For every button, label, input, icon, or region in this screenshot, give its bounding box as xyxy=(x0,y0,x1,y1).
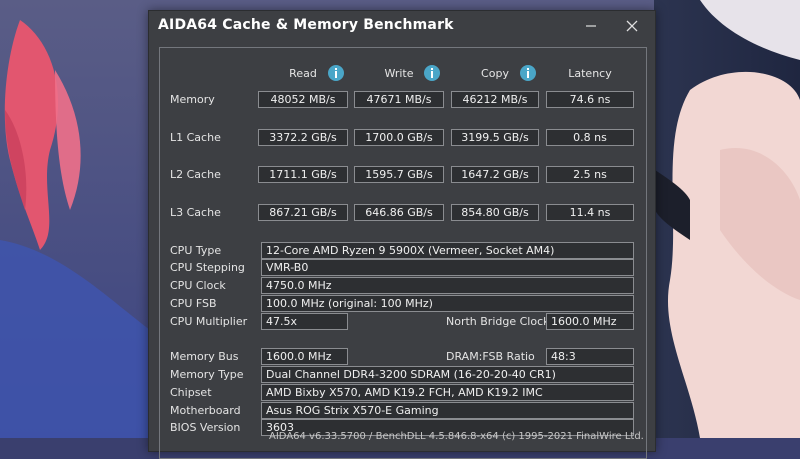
row-label: L1 Cache xyxy=(170,131,221,144)
l1-latency-value: 0.8 ns xyxy=(546,129,634,146)
nb-clock-label: North Bridge Clock xyxy=(446,315,550,328)
row-label: Memory xyxy=(170,93,215,106)
l1-write-value: 1700.0 GB/s xyxy=(354,129,444,146)
cpu-stepping-label: CPU Stepping xyxy=(170,261,245,274)
cpu-stepping-value: VMR-B0 xyxy=(261,259,634,276)
memory-latency-value: 74.6 ns xyxy=(546,91,634,108)
info-icon[interactable] xyxy=(328,65,344,81)
minimize-icon xyxy=(586,25,596,27)
row-label: L2 Cache xyxy=(170,168,221,181)
title-bar[interactable]: AIDA64 Cache & Memory Benchmark xyxy=(149,11,655,43)
col-header-latency: Latency xyxy=(568,67,612,80)
row-label: L3 Cache xyxy=(170,206,221,219)
info-icon[interactable] xyxy=(424,65,440,81)
cpu-multiplier-value: 47.5x xyxy=(261,313,348,330)
l3-read-value: 867.21 GB/s xyxy=(258,204,348,221)
chipset-value: AMD Bixby X570, AMD K19.2 FCH, AMD K19.2… xyxy=(261,384,634,401)
memory-bus-label: Memory Bus xyxy=(170,350,239,363)
memory-type-label: Memory Type xyxy=(170,368,244,381)
close-button[interactable] xyxy=(620,15,644,37)
dram-ratio-value: 48:3 xyxy=(546,348,634,365)
bios-version-label: BIOS Version xyxy=(170,421,241,434)
motherboard-value: Asus ROG Strix X570-E Gaming xyxy=(261,402,634,419)
cpu-multiplier-label: CPU Multiplier xyxy=(170,315,248,328)
info-icon[interactable] xyxy=(520,65,536,81)
benchmark-window: AIDA64 Cache & Memory Benchmark Read Wri… xyxy=(148,10,656,459)
nb-clock-value: 1600.0 MHz xyxy=(546,313,634,330)
cpu-fsb-label: CPU FSB xyxy=(170,297,217,310)
cpu-clock-label: CPU Clock xyxy=(170,279,226,292)
benchmark-panel: Read Write Copy Latency Memory 48052 MB/… xyxy=(159,47,647,459)
dram-ratio-label: DRAM:FSB Ratio xyxy=(446,350,535,363)
cpu-fsb-value: 100.0 MHz (original: 100 MHz) xyxy=(261,295,634,312)
l1-read-value: 3372.2 GB/s xyxy=(258,129,348,146)
l3-copy-value: 854.80 GB/s xyxy=(451,204,539,221)
cpu-clock-value: 4750.0 MHz xyxy=(261,277,634,294)
chipset-label: Chipset xyxy=(170,386,212,399)
l2-latency-value: 2.5 ns xyxy=(546,166,634,183)
l2-write-value: 1595.7 GB/s xyxy=(354,166,444,183)
memory-read-value: 48052 MB/s xyxy=(258,91,348,108)
memory-copy-value: 46212 MB/s xyxy=(451,91,539,108)
l2-read-value: 1711.1 GB/s xyxy=(258,166,348,183)
motherboard-label: Motherboard xyxy=(170,404,241,417)
cpu-type-label: CPU Type xyxy=(170,244,222,257)
l3-write-value: 646.86 GB/s xyxy=(354,204,444,221)
window-title: AIDA64 Cache & Memory Benchmark xyxy=(158,17,454,33)
cpu-type-value: 12-Core AMD Ryzen 9 5900X (Vermeer, Sock… xyxy=(261,242,634,259)
memory-bus-value: 1600.0 MHz xyxy=(261,348,348,365)
memory-type-value: Dual Channel DDR4-3200 SDRAM (16-20-20-4… xyxy=(261,366,634,383)
footer-text: AIDA64 v6.33.5700 / BenchDLL 4.5.846.8-x… xyxy=(269,431,644,442)
l2-copy-value: 1647.2 GB/s xyxy=(451,166,539,183)
l1-copy-value: 3199.5 GB/s xyxy=(451,129,539,146)
l3-latency-value: 11.4 ns xyxy=(546,204,634,221)
close-icon xyxy=(626,20,638,32)
minimize-button[interactable] xyxy=(579,15,603,37)
memory-write-value: 47671 MB/s xyxy=(354,91,444,108)
